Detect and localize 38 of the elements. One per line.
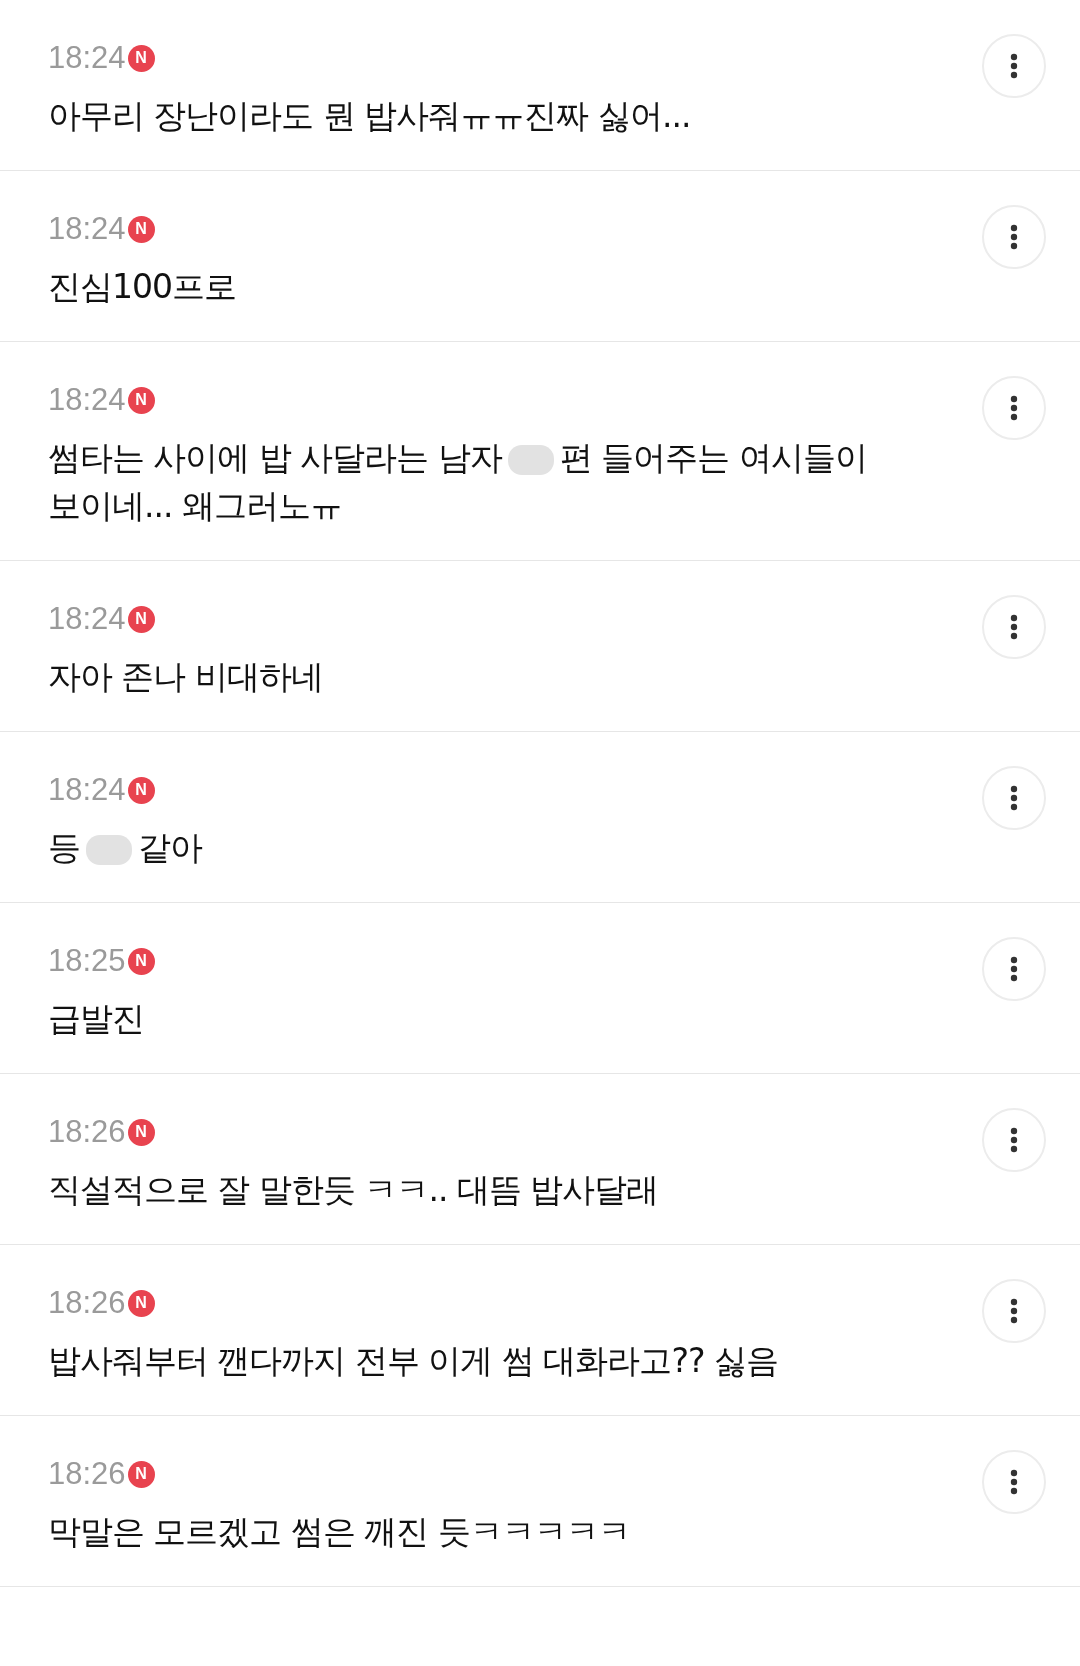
comment-text: 아무리 장난이라도 뭔 밥사줘ㅠㅠ진짜 싫어... bbox=[48, 95, 692, 137]
comment-text: 진심100프로 bbox=[48, 266, 237, 308]
new-badge: N bbox=[127, 44, 155, 72]
comment-time: 18:24 bbox=[48, 382, 126, 418]
comment-time: 18:26 bbox=[48, 1456, 126, 1492]
new-badge: N bbox=[127, 776, 155, 804]
more-icon bbox=[1010, 614, 1018, 640]
comment-time: 18:26 bbox=[48, 1114, 126, 1150]
comment-time: 18:24 bbox=[48, 601, 126, 637]
more-icon bbox=[1010, 1298, 1018, 1324]
more-icon bbox=[1010, 53, 1018, 79]
new-badge: N bbox=[127, 947, 155, 975]
comment-time: 18:26 bbox=[48, 1285, 126, 1321]
comment-text: 밥사줘부터 깬다까지 전부 이게 썸 대화라고?? 싫음 bbox=[48, 1340, 779, 1382]
comment-text: 썸타는 사이에 밥 사달라는 남자 편 들어주는 여시들이 보이네... 왜그러노ㅠ bbox=[48, 437, 868, 527]
comment-time: 18:24 bbox=[48, 211, 126, 247]
more-icon bbox=[1010, 785, 1018, 811]
more-icon bbox=[1010, 956, 1018, 982]
blur-mark bbox=[86, 834, 132, 865]
new-badge: N bbox=[127, 215, 155, 243]
comment-text: 막말은 모르겠고 썸은 깨진 듯ㅋㅋㅋㅋㅋ bbox=[48, 1511, 631, 1553]
comment-time: 18:25 bbox=[48, 943, 126, 979]
new-badge: N bbox=[127, 1118, 155, 1146]
comment-time: 18:24 bbox=[48, 40, 126, 76]
comment-text: 급발진 bbox=[48, 998, 145, 1040]
comment-time: 18:24 bbox=[48, 772, 126, 808]
more-icon bbox=[1010, 395, 1018, 421]
blur-mark bbox=[507, 444, 554, 475]
new-badge: N bbox=[127, 605, 155, 633]
more-icon bbox=[1010, 1127, 1018, 1153]
comment-text: 자아 존나 비대하네 bbox=[48, 656, 324, 698]
new-badge: N bbox=[127, 1460, 155, 1488]
new-badge: N bbox=[127, 386, 155, 414]
comment-text: 등 같아 bbox=[48, 827, 204, 869]
new-badge: N bbox=[127, 1289, 155, 1317]
comment-text: 직설적으로 잘 말한듯 ㅋㅋ.. 대뜸 밥사달래 bbox=[48, 1169, 660, 1211]
more-icon bbox=[1010, 1469, 1018, 1495]
more-icon bbox=[1010, 224, 1018, 250]
